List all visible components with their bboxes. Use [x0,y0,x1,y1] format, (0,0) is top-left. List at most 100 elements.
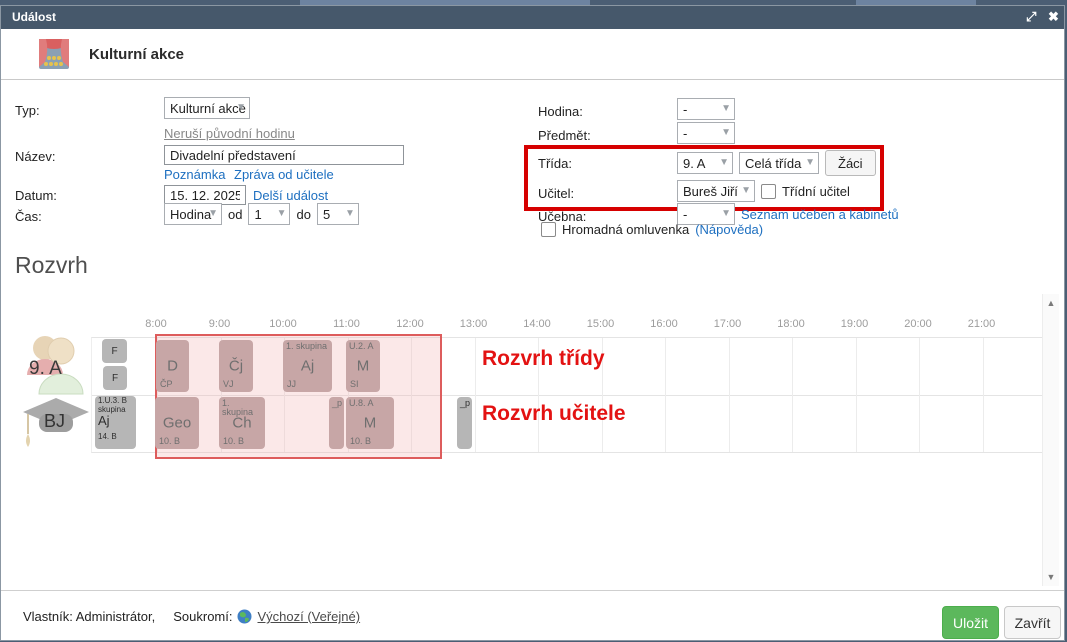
privacy-label: Soukromí: [173,609,232,624]
save-button[interactable]: Uložit [942,606,999,639]
chevron-down-icon: ▼ [721,103,731,114]
time-label: 8:00 [145,318,166,330]
grid-line [729,338,730,452]
class-avatar: 9. A [16,331,91,396]
chevron-down-icon: ▼ [805,157,815,168]
chevron-down-icon: ▼ [345,208,355,219]
dialog-titlebar: Událost ⤢ ✖ [1,6,1064,29]
time-label: 14:00 [523,318,551,330]
globe-icon [237,609,252,624]
time-label: 16:00 [650,318,678,330]
nazev-input[interactable] [164,145,404,165]
teacher-lesson-block: Geo10. B [155,397,199,449]
teacher-lesson-block: _p [329,397,344,449]
typ-select[interactable]: Kulturní akce▼ [164,97,250,119]
datum-label: Datum: [15,188,57,203]
trida-select[interactable]: 9. A▼ [677,152,733,174]
teacher-pre-lesson-block: 1.U.3. BskupinaAj14. B [95,396,136,449]
time-label: 20:00 [904,318,932,330]
trida-label: Třída: [538,156,572,171]
tridni-ucitel-label: Třídní učitel [782,184,850,199]
class-lesson-block: U.2. AMSI [346,340,380,392]
teacher-avatar-label: BJ [44,411,65,431]
grid-line [475,338,476,452]
divider [1,79,1064,80]
typ-label: Typ: [15,103,40,118]
time-label: 10:00 [269,318,297,330]
predmet-select[interactable]: -▼ [677,122,735,144]
chevron-down-icon: ▼ [721,127,731,138]
scroll-down-icon[interactable]: ▼ [1043,570,1059,584]
ucitel-label: Učitel: [538,186,574,201]
resize-icon[interactable]: ⤢ [1026,9,1036,25]
cas-label: Čas: [15,209,42,224]
teacher-avatar: BJ [19,394,94,454]
nazev-label: Název: [15,149,55,164]
class-lesson-block: DČP [156,340,189,392]
close-icon[interactable]: ✖ [1048,9,1059,25]
dialog-title: Událost [12,10,56,24]
grid-line [983,338,984,452]
od-label: od [228,207,242,222]
chevron-down-icon: ▼ [719,157,729,168]
tridni-ucitel-checkbox[interactable] [761,184,776,199]
chevron-down-icon: ▼ [277,208,287,219]
cas-mode-select[interactable]: Hodina▼ [164,203,222,225]
time-label: 18:00 [777,318,805,330]
time-label: 12:00 [396,318,424,330]
delsi-udalost-link[interactable]: Delší událost [253,188,328,203]
seznam-uceben-link[interactable]: Seznam učeben a kabinetů [741,207,899,222]
hodina-label: Hodina: [538,104,583,119]
chevron-down-icon: ▼ [741,185,751,196]
teacher-lesson-block: U.8. AM10. B [346,397,394,449]
chevron-down-icon: ▼ [236,102,246,113]
class-lesson-block: ČjVJ [219,340,253,392]
od-select[interactable]: 1▼ [248,203,290,225]
privacy-link[interactable]: Výchozí (Veřejné) [257,609,360,624]
do-label: do [296,207,310,222]
grid-line [792,338,793,452]
class-pre-lesson-block: F [103,366,127,390]
time-label: 21:00 [968,318,996,330]
scroll-up-icon[interactable]: ▲ [1043,296,1059,310]
grid-line [919,338,920,452]
time-label: 9:00 [209,318,230,330]
rozvrh-heading: Rozvrh [15,252,88,279]
chevron-down-icon: ▼ [208,208,218,219]
teacher-lesson-block: _p [457,397,472,449]
hromadna-omluvenka-label: Hromadná omluvenka [562,222,689,237]
event-dialog: Událost ⤢ ✖ Kulturní akce Typ: Kulturní … [0,5,1065,641]
hodina-select[interactable]: -▼ [677,98,735,120]
teacher-annotation: Rozvrh učitele [482,402,626,426]
zprava-od-ucitele-link[interactable]: Zpráva od učitele [234,167,334,182]
time-label: 17:00 [714,318,742,330]
chevron-down-icon: ▼ [721,208,731,219]
class-pre-lesson-block: F [102,339,127,363]
owner-text: Vlastník: Administrátor, [23,609,155,624]
footer-info: Vlastník: Administrátor, Soukromí: Výcho… [23,609,360,624]
ucitel-select[interactable]: Bureš Jiří▼ [677,180,755,202]
screen: Událost ⤢ ✖ Kulturní akce Typ: Kulturní … [0,0,1067,642]
time-label: 15:00 [587,318,615,330]
time-label: 11:00 [333,318,360,330]
trida-scope-select[interactable]: Celá třída▼ [739,152,819,174]
grid-line [856,338,857,452]
theatre-icon [39,39,69,69]
time-label: 13:00 [460,318,488,330]
poznamka-link[interactable]: Poznámka [164,167,225,182]
vertical-scrollbar[interactable]: ▲ ▼ [1042,294,1059,586]
zaci-button[interactable]: Žáci [825,150,876,176]
nerusi-link[interactable]: Neruší původní hodinu [164,126,295,141]
hromadna-omluvenka-checkbox[interactable] [541,222,556,237]
do-select[interactable]: 5▼ [317,203,359,225]
class-avatar-label: 9. A [29,358,62,379]
time-label: 19:00 [841,318,869,330]
predmet-label: Předmět: [538,128,591,143]
grid-line [665,338,666,452]
napoveda-link[interactable]: (Nápověda) [695,222,763,237]
event-type-title: Kulturní akce [89,46,184,63]
close-button[interactable]: Zavřít [1004,606,1061,639]
teacher-lesson-block: 1. skupinaCh10. B [219,397,265,449]
divider [1,590,1064,591]
datum-input[interactable] [164,185,246,205]
